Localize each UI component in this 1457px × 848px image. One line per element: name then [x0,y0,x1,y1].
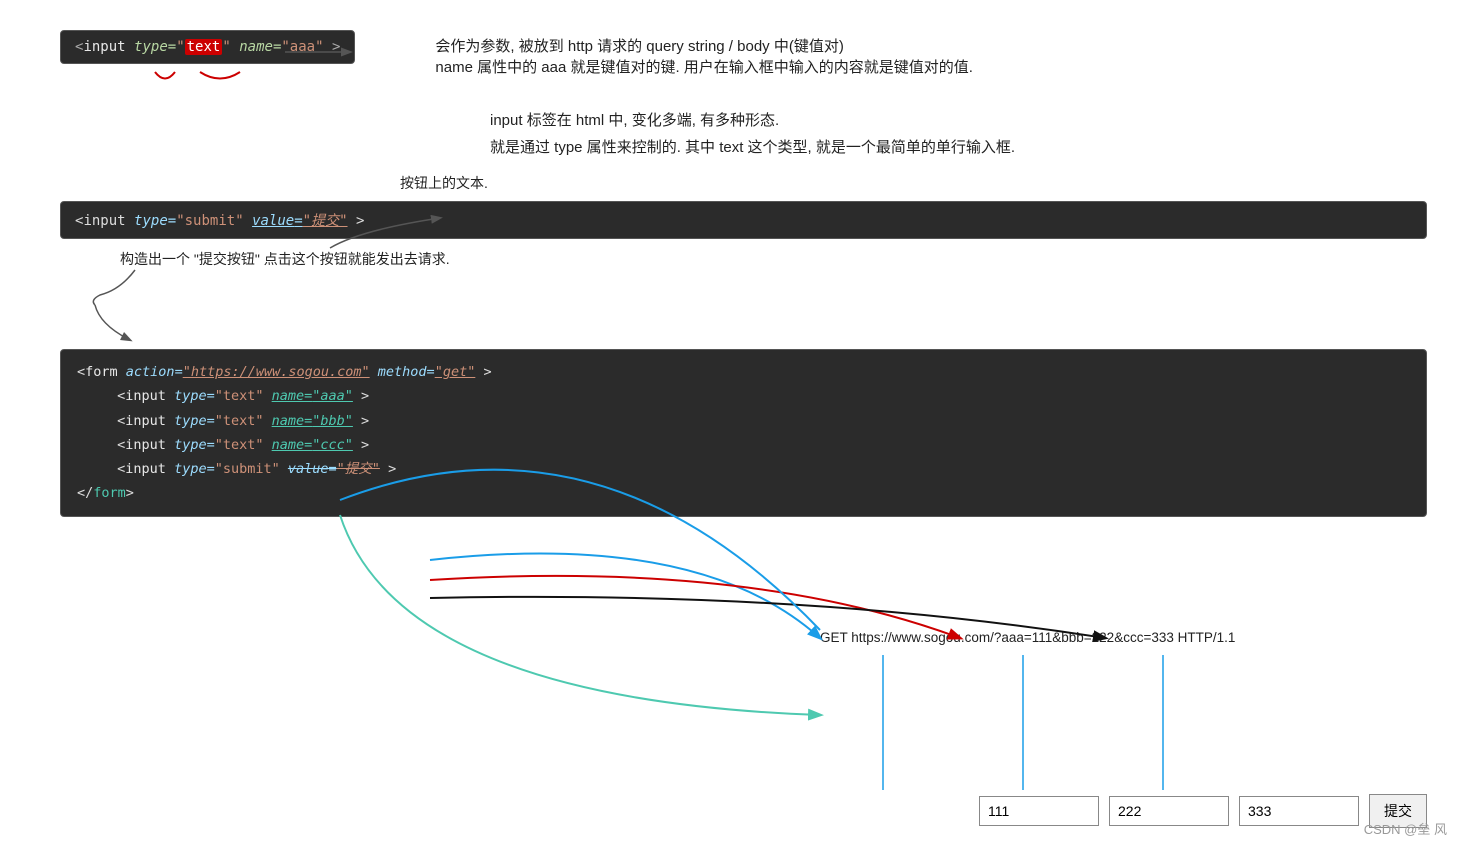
bottom-input-row: 提交 [979,794,1427,828]
code-box-input-text: <input type="text" name="aaa" > [60,30,355,64]
val-text: " [176,39,184,55]
attr-type: type= [134,39,176,55]
form-line1: <form action="https://www.sogou.com" met… [77,360,1410,384]
val-text-close: " [222,39,230,55]
form-line3: <input type="text" name="bbb" > [77,409,1410,433]
code-box-form: <form action="https://www.sogou.com" met… [60,349,1427,517]
form-line6: </form> [77,481,1410,505]
sub-attr-value: value= [252,213,303,229]
input-bbb[interactable] [1109,796,1229,826]
submit-section: <input type="submit" value="提交" > 按钮上的文本… [60,201,1427,239]
attr-name: name= [239,39,281,55]
submit-annotation-top-text: 按钮上的文本. [400,175,488,191]
annotation-line1: 会作为参数, 被放到 http 请求的 query string / body … [435,35,973,56]
top-annotations: 会作为参数, 被放到 http 请求的 query string / body … [435,35,973,77]
get-url-text: GET https://www.sogou.com/?aaa=111&bbb=2… [820,630,1235,645]
second-text-line2: 就是通过 type 属性来控制的. 其中 text 这个类型, 就是一个最简单的… [490,134,1427,161]
bracket-close: > [332,39,340,55]
form-line5: <input type="submit" value="提交" > [77,457,1410,481]
input-ccc[interactable] [1239,796,1359,826]
top-section: <input type="text" name="aaa" > 会作为参数, 被… [60,30,1427,77]
second-text-line1: input 标签在 html 中, 变化多端, 有多种形态. [490,107,1427,134]
main-container: <input type="text" name="aaa" > 会作为参数, 被… [0,0,1457,848]
second-text-block: input 标签在 html 中, 变化多端, 有多种形态. 就是通过 type… [490,107,1427,161]
form-line2: <input type="text" name="aaa" > [77,384,1410,408]
sub-val-tiji: "提交" [303,213,348,229]
tag-input: input [83,39,125,55]
annotation-line2: name 属性中的 aaa 就是键值对的键. 用户在输入框中输入的内容就是键值对… [435,56,973,77]
sub-bracket-close: > [356,213,364,229]
code-box-submit: <input type="submit" value="提交" > [60,201,1427,239]
sub-val-submit: "submit" [176,213,243,229]
sub-tag-input: input [83,213,125,229]
submit-annotation-top-arrow: 按钮上的文本. [400,173,488,193]
csdn-watermark: CSDN @垒 风 [1364,819,1447,838]
form-section: <form action="https://www.sogou.com" met… [60,349,1427,517]
sub-attr-type: type= [134,213,176,229]
input-aaa[interactable] [979,796,1099,826]
form-line4: <input type="text" name="ccc" > [77,433,1410,457]
submit-annotation-bottom-text: 构造出一个 "提交按钮" 点击这个按钮就能发出去请求. [120,251,450,267]
val-aaa: "aaa" [281,39,323,55]
text-highlight: text [185,39,223,55]
submit-annotation-bottom-arrow: 构造出一个 "提交按钮" 点击这个按钮就能发出去请求. [120,249,450,269]
get-url-label: GET https://www.sogou.com/?aaa=111&bbb=2… [820,630,1235,645]
